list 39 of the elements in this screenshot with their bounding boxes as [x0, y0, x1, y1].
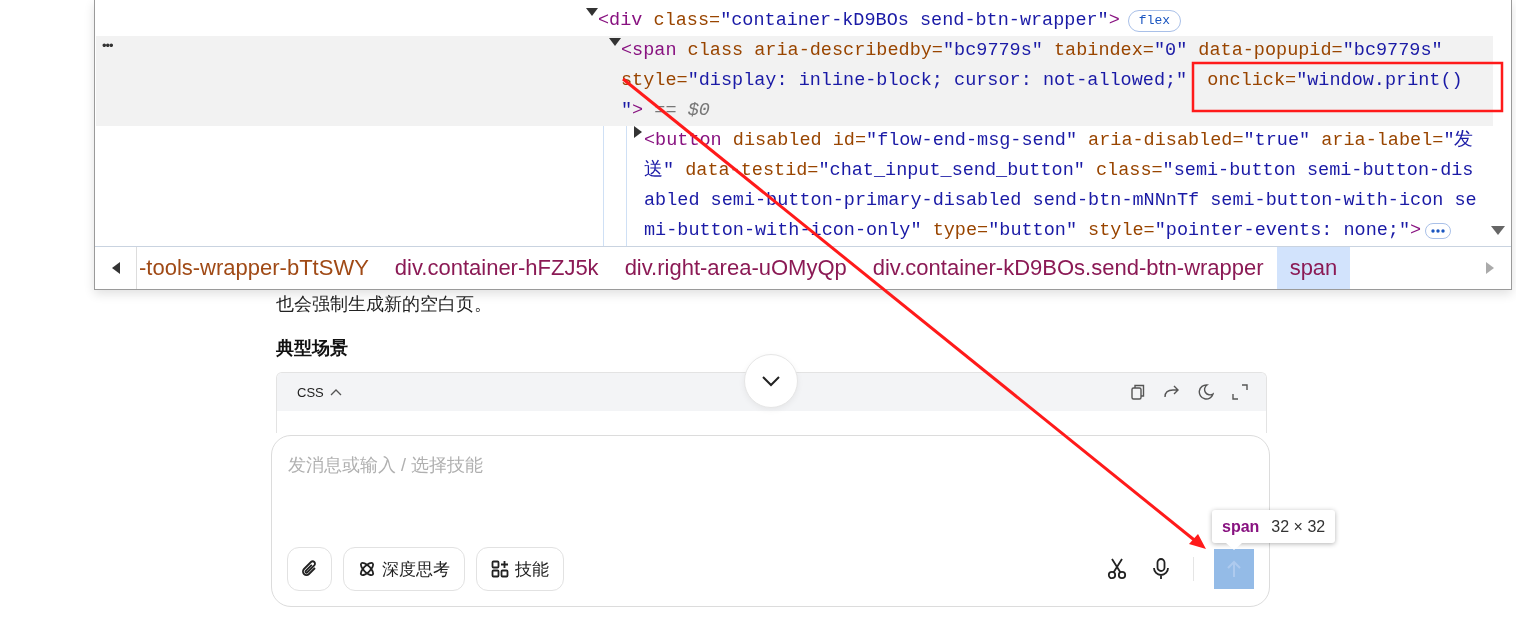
breadcrumb-item[interactable]: div.container-hFZJ5k [381, 247, 612, 289]
scissors-icon [1107, 558, 1127, 580]
moon-icon[interactable] [1198, 384, 1214, 400]
atom-icon [358, 560, 376, 578]
attach-button[interactable] [287, 547, 332, 591]
paragraph-text: 也会强制生成新的空白页。 [276, 293, 493, 316]
breadcrumb-item[interactable]: div.container-kD9BOs.send-btn-wrapper [859, 247, 1277, 289]
expand-icon[interactable] [1232, 384, 1248, 400]
microphone-icon [1152, 558, 1170, 580]
skills-button[interactable]: 技能 [476, 547, 564, 591]
arrow-up-icon [1226, 560, 1242, 578]
code-line: <div class="container-kD9BOs send-btn-wrapper"> [598, 9, 1120, 33]
element-tag-label: span [1222, 517, 1260, 536]
expand-triangle-icon[interactable] [609, 36, 621, 48]
section-heading: 典型场景 [276, 337, 349, 360]
message-input-field[interactable]: 发消息或输入 / 选择技能 [287, 450, 1254, 476]
breadcrumb-item[interactable]: -tools-wrapper-bTtSWY [137, 247, 382, 289]
grid-plus-icon [491, 560, 509, 578]
breadcrumb-item[interactable]: span [1276, 247, 1351, 289]
left-triangle-icon [111, 262, 120, 274]
deep-think-button[interactable]: 深度思考 [343, 547, 465, 591]
caret-icon [329, 388, 342, 396]
scroll-down-icon[interactable] [1491, 226, 1505, 236]
code-line: <span class aria-describedby="bc9779s" tabindex="0" data-popupid="bc9779s" [621, 39, 1443, 63]
copy-icon[interactable] [1130, 384, 1146, 400]
expand-triangle-icon[interactable] [586, 6, 598, 18]
dom-node-row[interactable]: <div class="container-kD9BOs send-btn-wrapper"> flex [95, 6, 1511, 36]
expand-triangle-icon[interactable] [632, 126, 644, 138]
ellipsis-icon[interactable] [1425, 223, 1452, 239]
redo-arrow-icon[interactable] [1164, 384, 1180, 400]
breadcrumb-item[interactable]: div.right-area-uOMyQp [611, 247, 860, 289]
scroll-left-button[interactable] [95, 247, 137, 289]
code-line: style="display: inline-block; cursor: not-allowed;" [621, 69, 1188, 93]
chevron-down-icon [761, 375, 781, 387]
language-toggle[interactable]: CSS [297, 384, 342, 400]
right-triangle-icon [1486, 262, 1494, 274]
more-options-icon[interactable]: ••• [102, 38, 113, 53]
element-size-label: 32 × 32 [1271, 517, 1326, 536]
code-line: onclick="window.print() [1206, 69, 1463, 93]
